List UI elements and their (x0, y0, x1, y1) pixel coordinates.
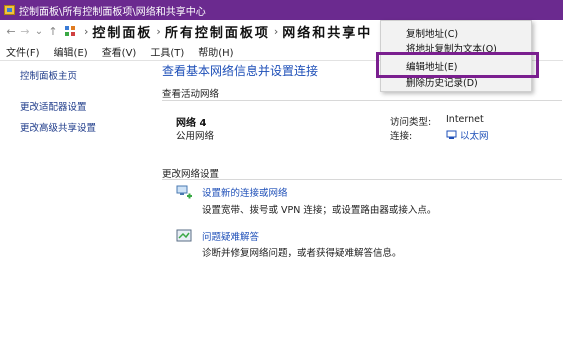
breadcrumb-separator: › (273, 24, 279, 38)
control-panel-icon (4, 5, 15, 15)
connection-label: 连接: (390, 131, 413, 142)
connection-link[interactable]: 以太网 (446, 128, 489, 143)
new-connection-icon (176, 184, 194, 200)
change-adapter-settings-link[interactable]: 更改适配器设置 (20, 99, 150, 113)
breadcrumb-control-panel[interactable]: 控制面板 (92, 22, 152, 41)
window-title: 控制面板\所有控制面板项\网络和共享中心 (19, 6, 206, 18)
recent-locations-icon[interactable]: ⌄ (32, 22, 46, 40)
forward-arrow-icon[interactable]: → (18, 22, 32, 40)
troubleshoot-link[interactable]: 问题疑难解答 (202, 229, 259, 243)
highlight-annotation (376, 52, 539, 78)
menu-view[interactable]: 查看(V) (102, 44, 137, 59)
control-panel-grid-icon (64, 25, 76, 37)
network-type: 公用网络 (176, 131, 215, 142)
setup-new-connection-link[interactable]: 设置新的连接或网络 (202, 185, 288, 199)
troubleshoot-desc: 诊断并修复网络问题，或者获得疑难解答信息。 (202, 248, 402, 259)
menu-edit[interactable]: 编辑(E) (54, 44, 88, 59)
active-networks-label: 查看活动网络 (162, 89, 220, 100)
page-title: 查看基本网络信息并设置连接 (162, 64, 319, 78)
ethernet-icon (446, 130, 457, 143)
back-arrow-icon[interactable]: ← (4, 22, 18, 40)
up-arrow-icon[interactable]: ↑ (46, 22, 60, 40)
menu-tools[interactable]: 工具(T) (150, 44, 184, 59)
troubleshoot-icon (176, 228, 194, 244)
change-settings-label: 更改网络设置 (162, 169, 220, 180)
section-divider (162, 179, 562, 180)
breadcrumb-separator: › (84, 24, 89, 38)
setup-new-connection-desc: 设置宽带、拨号或 VPN 连接；或设置路由器或接入点。 (202, 205, 437, 216)
breadcrumb-separator: › (156, 24, 161, 38)
breadcrumb-network-sharing[interactable]: 网络和共享中 (282, 22, 372, 41)
network-name: 网络 4 (176, 118, 207, 129)
connection-value: 以太网 (460, 131, 489, 142)
access-type-label: 访问类型: (390, 117, 432, 128)
access-type-value: Internet (446, 114, 484, 125)
copy-address-item[interactable]: 复制地址(C) (406, 26, 458, 40)
control-panel-home-link[interactable]: 控制面板主页 (20, 68, 150, 82)
section-divider (162, 100, 562, 101)
title-bar: 控制面板\所有控制面板项\网络和共享中心 (0, 0, 563, 20)
left-pane: 控制面板主页 更改适配器设置 更改高级共享设置 (20, 68, 150, 141)
change-advanced-sharing-link[interactable]: 更改高级共享设置 (20, 120, 150, 134)
breadcrumb-all-items[interactable]: 所有控制面板项 (165, 22, 270, 41)
menu-file[interactable]: 文件(F) (6, 44, 40, 59)
menu-help[interactable]: 帮助(H) (198, 44, 233, 59)
